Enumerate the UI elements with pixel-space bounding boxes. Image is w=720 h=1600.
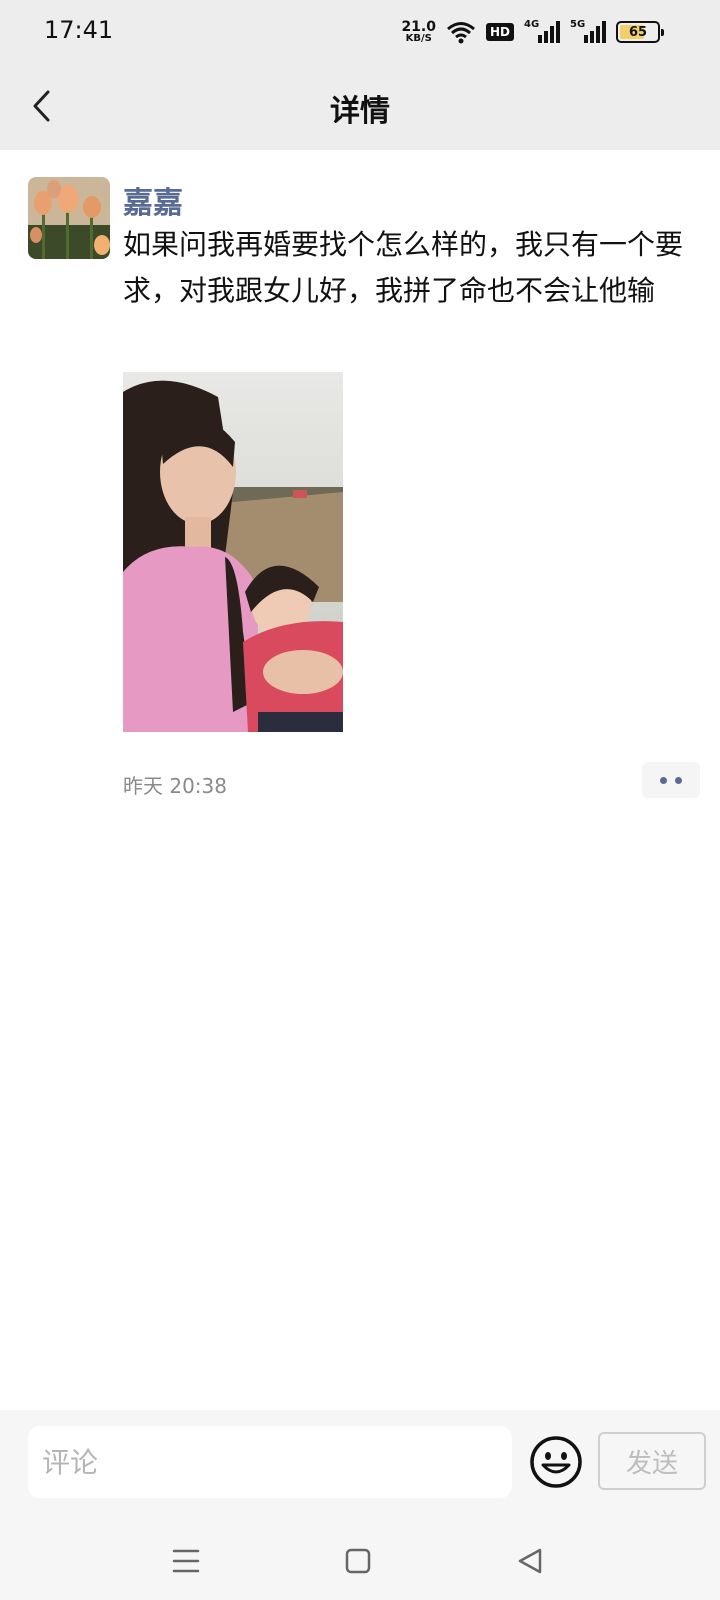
status-icons: 21.0 KB/S HD 4G 5G 65: [401, 16, 664, 48]
hd-badge: HD: [485, 23, 514, 41]
smiley-icon: [530, 1436, 582, 1488]
status-time: 17:41: [44, 16, 114, 44]
signal-4g-label: 4G: [524, 19, 540, 30]
tulip-avatar-image: [28, 177, 110, 259]
signal-4g-icon: 4G: [524, 19, 560, 43]
post-text: 如果问我再婚要找个怎么样的，我只有一个要求，对我跟女儿好，我拼了命也不会让他输: [123, 228, 684, 307]
two-dots-icon: [660, 776, 667, 784]
header: 详情: [0, 64, 720, 150]
post-image[interactable]: [123, 372, 343, 732]
battery-level: 65: [628, 24, 648, 40]
page-title: 详情: [330, 94, 390, 129]
square-home-icon: [345, 1548, 371, 1574]
emoji-button[interactable]: [528, 1434, 584, 1490]
status-bar: 17:41 21.0 KB/S HD 4G 5G 65: [0, 0, 720, 64]
battery-icon: 65: [616, 21, 664, 43]
post-timestamp: 昨天 20:38: [123, 774, 227, 798]
comment-bar: 发送: [0, 1410, 720, 1520]
send-button[interactable]: 发送: [598, 1432, 706, 1490]
signal-5g-label: 5G: [570, 19, 586, 30]
network-speed-value: 21.0: [401, 19, 436, 35]
signal-5g-icon: 5G: [570, 19, 606, 43]
wifi-icon: [447, 22, 475, 44]
more-actions-button[interactable]: [642, 762, 700, 798]
photo-mother-daughter: [123, 372, 343, 732]
network-speed: 21.0 KB/S: [401, 20, 436, 44]
system-back-button[interactable]: [514, 1546, 546, 1576]
menu-icon: [172, 1549, 200, 1573]
system-nav-bar: [0, 1520, 720, 1600]
network-speed-unit: KB/S: [405, 33, 432, 44]
menu-button[interactable]: [170, 1546, 202, 1576]
avatar[interactable]: [28, 177, 110, 259]
comment-input[interactable]: [28, 1426, 512, 1498]
triangle-back-icon: [518, 1548, 542, 1574]
author-name[interactable]: 嘉嘉: [123, 178, 183, 222]
home-button[interactable]: [342, 1546, 374, 1576]
